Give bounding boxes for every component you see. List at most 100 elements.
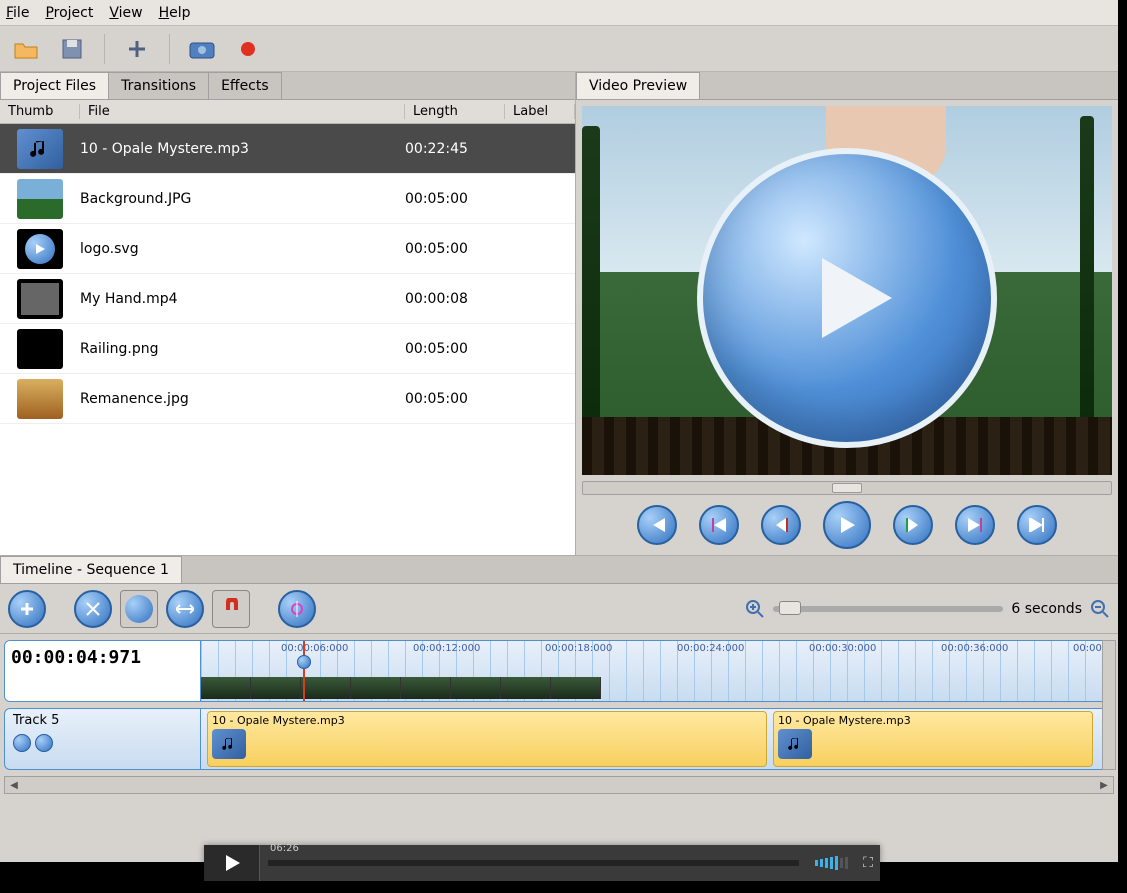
file-name: Remanence.jpg	[80, 391, 405, 407]
menu-view[interactable]: View	[109, 5, 142, 21]
zoom-in-icon[interactable]	[745, 599, 765, 619]
seek-end-button[interactable]	[1017, 505, 1057, 545]
add-track-button[interactable]	[120, 590, 158, 628]
zoom-label: 6 seconds	[1011, 601, 1082, 617]
tab-effects[interactable]: Effects	[208, 72, 282, 99]
table-row[interactable]: My Hand.mp4 00:00:08	[0, 274, 575, 324]
fullscreen-button[interactable]: ⛶	[856, 855, 880, 871]
right-panel: Video Preview	[576, 72, 1118, 555]
ruler-tick: 00:00:30:000	[809, 643, 876, 654]
frame-back-button[interactable]	[761, 505, 801, 545]
track-mute-button[interactable]	[13, 734, 31, 752]
main-toolbar	[0, 26, 1118, 72]
track-lock-button[interactable]	[35, 734, 53, 752]
table-row[interactable]: Railing.png 00:05:00	[0, 324, 575, 374]
col-length[interactable]: Length	[405, 104, 505, 119]
file-length: 00:05:00	[405, 391, 505, 407]
timeline-v-scrollbar[interactable]	[1102, 640, 1116, 770]
razor-button[interactable]	[74, 590, 112, 628]
center-playhead-button[interactable]	[278, 590, 316, 628]
track-header[interactable]: Track 5	[5, 709, 201, 769]
thumbnail-strip	[201, 677, 601, 699]
audio-clip[interactable]: 10 - Opale Mystere.mp3	[773, 711, 1093, 767]
app-window: File Project View Help Project Files Tra…	[0, 0, 1118, 862]
snapshot-button[interactable]	[184, 31, 220, 67]
snap-button[interactable]	[212, 590, 250, 628]
tab-transitions[interactable]: Transitions	[108, 72, 209, 99]
ruler-tick: 00:00:18:000	[545, 643, 612, 654]
playhead[interactable]	[303, 641, 305, 702]
tab-project-files[interactable]: Project Files	[0, 72, 109, 99]
play-button[interactable]	[823, 501, 871, 549]
player-play-button[interactable]	[204, 845, 260, 881]
palm-tree-icon	[582, 126, 600, 458]
clip-label: 10 - Opale Mystere.mp3	[212, 714, 762, 727]
timeline-ruler[interactable]: 00:00:06:000 00:00:12:000 00:00:18:000 0…	[201, 641, 1113, 701]
timeline-track: Track 5 10 - Opale Mystere.mp3 10 - Opal…	[4, 708, 1114, 770]
open-button[interactable]	[8, 31, 44, 67]
zoom-slider[interactable]	[773, 606, 1003, 612]
scroll-right-icon[interactable]: ▶	[1095, 777, 1113, 793]
timeline-h-scrollbar[interactable]: ◀ ▶	[4, 776, 1114, 794]
file-length: 00:05:00	[405, 191, 505, 207]
music-icon	[17, 129, 63, 169]
zoom-out-icon[interactable]	[1090, 599, 1110, 619]
file-name: 10 - Opale Mystere.mp3	[80, 141, 405, 157]
video-preview[interactable]	[582, 106, 1112, 475]
clip-label: 10 - Opale Mystere.mp3	[778, 714, 1088, 727]
menu-project[interactable]: Project	[45, 5, 93, 21]
record-button[interactable]	[230, 31, 266, 67]
file-name: Railing.png	[80, 341, 405, 357]
prev-marker-button[interactable]	[699, 505, 739, 545]
col-label[interactable]: Label	[505, 104, 575, 119]
image-thumb	[17, 329, 63, 369]
player-time: 06:26	[264, 843, 305, 854]
palm-tree-icon	[1080, 116, 1094, 441]
table-row[interactable]: logo.svg 00:05:00	[0, 224, 575, 274]
zoom-control: 6 seconds	[745, 599, 1110, 619]
save-button[interactable]	[54, 31, 90, 67]
frame-forward-button[interactable]	[893, 505, 933, 545]
separator	[104, 34, 105, 64]
add-button[interactable]	[119, 31, 155, 67]
file-length: 00:00:08	[405, 291, 505, 307]
col-file[interactable]: File	[80, 104, 405, 119]
play-logo-icon	[697, 148, 997, 448]
resize-button[interactable]	[166, 590, 204, 628]
track-name: Track 5	[13, 713, 192, 728]
menu-help[interactable]: Help	[159, 5, 191, 21]
tab-timeline[interactable]: Timeline - Sequence 1	[0, 556, 182, 583]
menubar: File Project View Help	[0, 0, 1118, 26]
tab-video-preview[interactable]: Video Preview	[576, 72, 700, 99]
timeline-tabs: Timeline - Sequence 1	[0, 556, 1118, 584]
slider-knob[interactable]	[779, 601, 801, 615]
add-marker-button[interactable]	[8, 590, 46, 628]
current-time: 00:00:04:971	[5, 641, 201, 701]
menu-file[interactable]: File	[6, 5, 29, 21]
player-volume[interactable]	[807, 856, 856, 870]
next-marker-button[interactable]	[955, 505, 995, 545]
ruler-tick: 00:00:12:000	[413, 643, 480, 654]
timeline-panel: Timeline - Sequence 1 6 seconds 00:00:04…	[0, 556, 1118, 800]
image-thumb	[17, 379, 63, 419]
image-thumb	[17, 179, 63, 219]
audio-clip[interactable]: 10 - Opale Mystere.mp3	[207, 711, 767, 767]
col-thumb[interactable]: Thumb	[0, 104, 80, 119]
track-body[interactable]: 10 - Opale Mystere.mp3 10 - Opale Myster…	[201, 709, 1113, 769]
scroll-left-icon[interactable]: ◀	[5, 777, 23, 793]
file-name: My Hand.mp4	[80, 291, 405, 307]
table-row[interactable]: Remanence.jpg 00:05:00	[0, 374, 575, 424]
playhead-marker[interactable]	[297, 655, 311, 669]
video-thumb	[17, 279, 63, 319]
scrollbar-handle[interactable]	[832, 483, 862, 493]
file-length: 00:05:00	[405, 341, 505, 357]
table-row[interactable]: 10 - Opale Mystere.mp3 00:22:45	[0, 124, 575, 174]
timeline-ruler-row: 00:00:04:971 00:00:06:000 00:00:12:000 0…	[4, 640, 1114, 702]
file-length: 00:05:00	[405, 241, 505, 257]
table-row[interactable]: Background.JPG 00:05:00	[0, 174, 575, 224]
timeline-body: 00:00:04:971 00:00:06:000 00:00:12:000 0…	[0, 634, 1118, 800]
preview-scrollbar[interactable]	[582, 481, 1112, 495]
seek-start-button[interactable]	[637, 505, 677, 545]
play-logo-icon	[17, 229, 63, 269]
player-progress[interactable]	[268, 860, 799, 866]
